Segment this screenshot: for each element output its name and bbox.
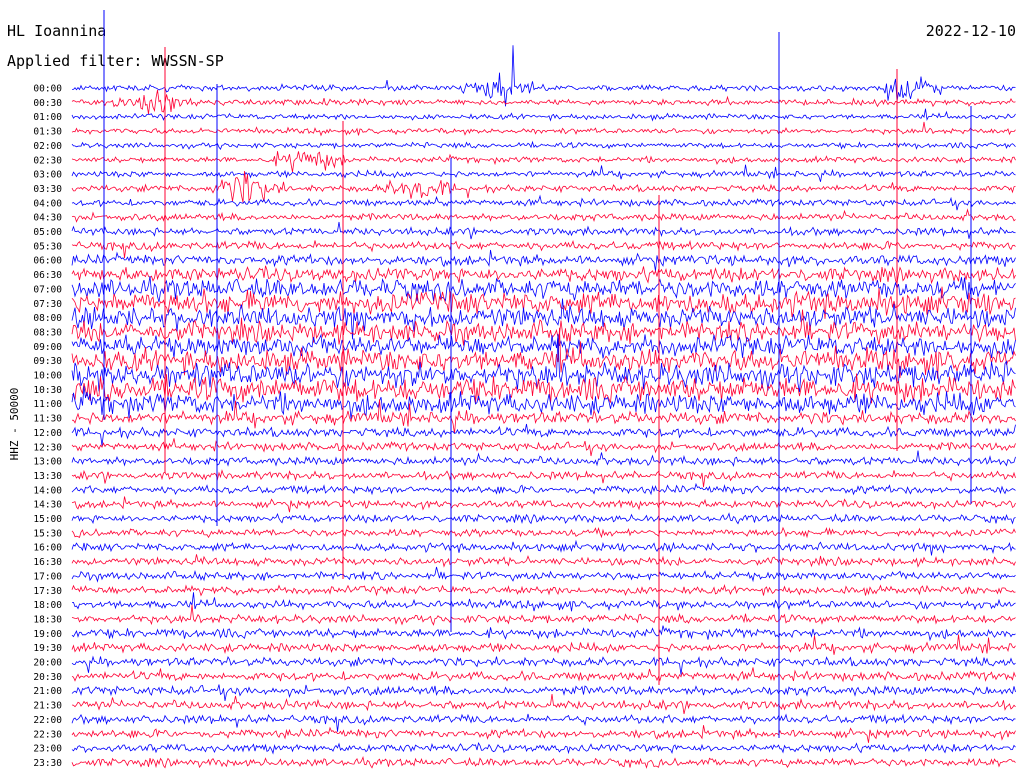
trace-0700 bbox=[71, 276, 1016, 303]
trace-2130 bbox=[71, 693, 1016, 715]
time-label-0230: 02:30 bbox=[33, 155, 62, 166]
time-label-0600: 06:00 bbox=[33, 256, 62, 267]
trace-0930 bbox=[71, 327, 1016, 379]
trace-2330 bbox=[71, 755, 1016, 769]
trace-0230 bbox=[71, 151, 1016, 173]
time-label-0700: 07:00 bbox=[33, 284, 62, 295]
time-label-1800: 18:00 bbox=[33, 600, 62, 611]
trace-1530 bbox=[71, 526, 1016, 539]
time-label-2100: 21:00 bbox=[33, 686, 62, 697]
time-label-1530: 15:30 bbox=[33, 528, 62, 539]
time-label-0830: 08:30 bbox=[33, 327, 62, 338]
time-label-0930: 09:30 bbox=[33, 356, 62, 367]
time-label-1100: 11:00 bbox=[33, 399, 62, 410]
time-label-1630: 16:30 bbox=[33, 557, 62, 568]
trace-1100 bbox=[71, 386, 1016, 419]
trace-1900 bbox=[71, 625, 1016, 642]
time-label-1230: 12:30 bbox=[33, 442, 62, 453]
time-label-0530: 05:30 bbox=[33, 241, 62, 252]
y-axis-label: HHZ - 50000 bbox=[8, 388, 21, 461]
trace-0730 bbox=[71, 286, 1016, 319]
time-label-1000: 10:00 bbox=[33, 371, 62, 382]
time-label-1300: 13:00 bbox=[33, 457, 62, 468]
trace-0300 bbox=[71, 164, 1016, 182]
trace-2100 bbox=[71, 684, 1016, 701]
helicorder-chart: HL Ioannina Applied filter: WWSSN-SP 202… bbox=[7, 10, 1016, 769]
trace-1200 bbox=[71, 423, 1016, 446]
time-label-0430: 04:30 bbox=[33, 213, 62, 224]
trace-0430 bbox=[71, 208, 1016, 223]
trace-1500 bbox=[71, 512, 1016, 525]
time-label-1600: 16:00 bbox=[33, 543, 62, 554]
trace-1430 bbox=[71, 496, 1016, 513]
time-label-1930: 19:30 bbox=[33, 643, 62, 654]
trace-1600 bbox=[71, 539, 1016, 556]
time-label-0000: 00:00 bbox=[33, 84, 62, 95]
time-label-2330: 23:30 bbox=[33, 758, 62, 769]
filter-subtitle: Applied filter: WWSSN-SP bbox=[7, 52, 224, 70]
time-label-1400: 14:00 bbox=[33, 485, 62, 496]
time-label-1900: 19:00 bbox=[33, 629, 62, 640]
trace-1930 bbox=[71, 634, 1016, 655]
time-label-2300: 23:00 bbox=[33, 744, 62, 755]
time-label-1700: 17:00 bbox=[33, 571, 62, 582]
trace-1730 bbox=[71, 584, 1016, 597]
trace-0030 bbox=[71, 89, 1016, 115]
trace-1130 bbox=[71, 399, 1016, 434]
time-label-0130: 01:30 bbox=[33, 127, 62, 138]
trace-0100 bbox=[71, 108, 1016, 122]
trace-0400 bbox=[71, 194, 1016, 211]
time-label-0900: 09:00 bbox=[33, 342, 62, 353]
time-label-0330: 03:30 bbox=[33, 184, 62, 195]
time-label-2230: 22:30 bbox=[33, 729, 62, 740]
trace-1230 bbox=[71, 438, 1016, 457]
trace-0130 bbox=[71, 121, 1016, 137]
time-label-1730: 17:30 bbox=[33, 586, 62, 597]
station-title: HL Ioannina bbox=[7, 22, 106, 40]
trace-0500 bbox=[71, 221, 1016, 240]
time-label-0800: 08:00 bbox=[33, 313, 62, 324]
time-label-1130: 11:30 bbox=[33, 414, 62, 425]
time-label-1200: 12:00 bbox=[33, 428, 62, 439]
trace-0600 bbox=[71, 249, 1016, 272]
trace-1330 bbox=[71, 469, 1016, 488]
time-label-0200: 02:00 bbox=[33, 141, 62, 152]
time-label-2130: 21:30 bbox=[33, 701, 62, 712]
trace-2300 bbox=[71, 742, 1016, 755]
time-label-1830: 18:30 bbox=[33, 614, 62, 625]
time-label-0630: 06:30 bbox=[33, 270, 62, 281]
trace-2030 bbox=[71, 667, 1016, 683]
time-label-0730: 07:30 bbox=[33, 299, 62, 310]
trace-0630 bbox=[71, 265, 1016, 285]
time-label-1330: 13:30 bbox=[33, 471, 62, 482]
time-label-2000: 20:00 bbox=[33, 658, 62, 669]
trace-0200 bbox=[71, 140, 1016, 151]
time-label-2200: 22:00 bbox=[33, 715, 62, 726]
trace-2000 bbox=[71, 655, 1016, 675]
trace-0530 bbox=[71, 239, 1016, 259]
time-label-1430: 14:30 bbox=[33, 500, 62, 511]
time-label-1030: 10:30 bbox=[33, 385, 62, 396]
time-label-0300: 03:00 bbox=[33, 170, 62, 181]
trace-1800 bbox=[72, 592, 1016, 612]
time-label-1500: 15:00 bbox=[33, 514, 62, 525]
time-label-2030: 20:30 bbox=[33, 672, 62, 683]
trace-2230 bbox=[71, 725, 1016, 743]
trace-1630 bbox=[71, 554, 1016, 568]
time-label-0030: 00:30 bbox=[33, 98, 62, 109]
trace-1400 bbox=[71, 482, 1016, 496]
date-label: 2022-12-10 bbox=[926, 22, 1016, 40]
trace-1830 bbox=[71, 604, 1016, 626]
trace-2200 bbox=[71, 713, 1016, 732]
trace-1700 bbox=[71, 566, 1016, 583]
time-labels: 00:00 00:30 01:00 01:30 02:00 02:30 03:00 03:30… bbox=[33, 84, 62, 769]
trace-rows bbox=[71, 10, 1016, 769]
time-label-0100: 01:00 bbox=[33, 112, 62, 123]
trace-1030 bbox=[71, 373, 1016, 404]
trace-1300 bbox=[71, 450, 1016, 467]
time-label-0400: 04:00 bbox=[33, 198, 62, 209]
time-label-0500: 05:00 bbox=[33, 227, 62, 238]
